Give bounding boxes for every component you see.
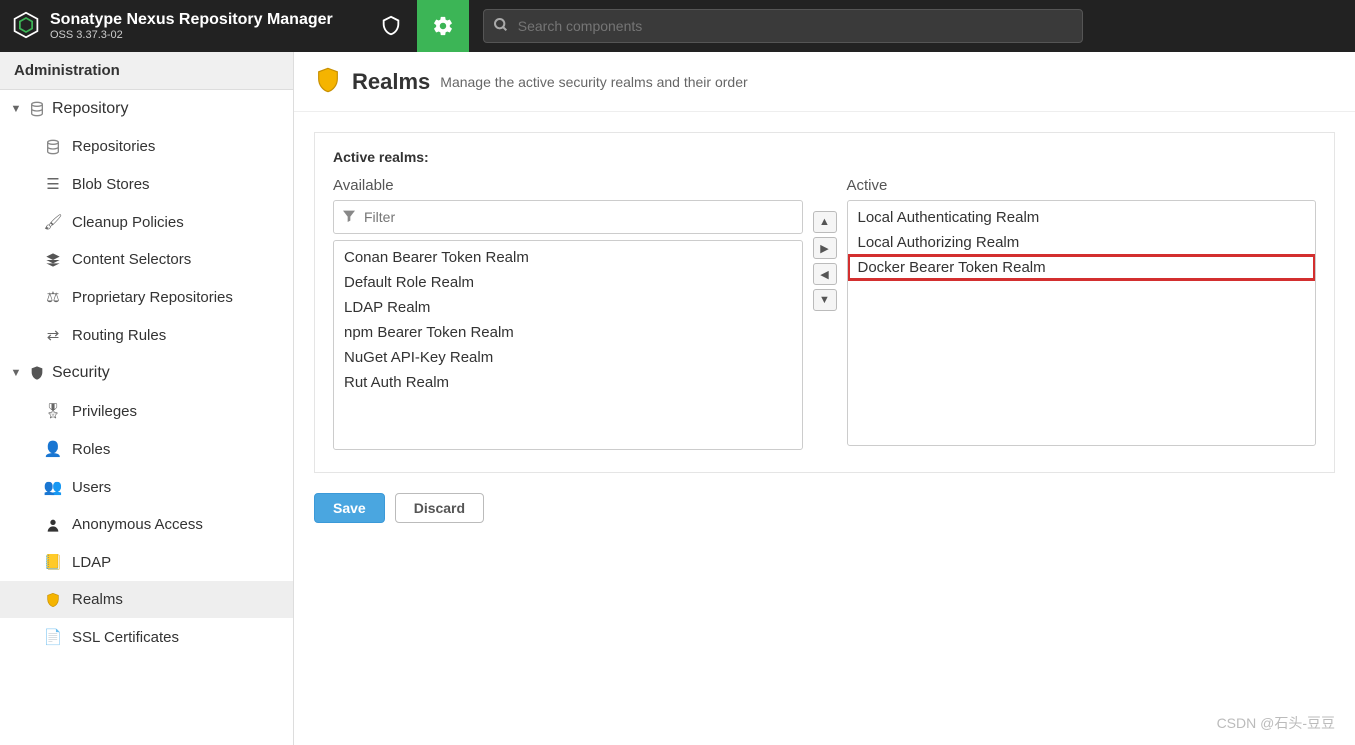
move-right-button[interactable]: ▶ [813, 237, 837, 259]
logo-area: Sonatype Nexus Repository Manager OSS 3.… [0, 11, 345, 42]
search-input[interactable] [483, 9, 1083, 43]
sidebar-item-label: Content Selectors [72, 251, 191, 268]
sidebar-item-proprietary-repositories[interactable]: ⚖ Proprietary Repositories [0, 278, 293, 316]
available-column: Available Conan Bearer Token RealmDefaul… [333, 177, 803, 450]
sidebar-item-label: Roles [72, 441, 110, 458]
sidebar-item-blob-stores[interactable]: ☰ Blob Stores [0, 165, 293, 203]
sidebar-item-ldap[interactable]: 📒 LDAP [0, 543, 293, 581]
chevron-down-icon: ▼ [10, 103, 22, 115]
header-nav-icons [365, 0, 469, 52]
layers-icon [44, 252, 62, 268]
shield-yellow-icon [44, 592, 62, 608]
search-box [483, 9, 1083, 43]
list-item[interactable]: LDAP Realm [334, 295, 802, 320]
realms-panel: Active realms: Available Conan Bearer To… [314, 132, 1335, 473]
sidebar-group-security[interactable]: ▼ Security [0, 354, 293, 392]
sidebar-item-privileges[interactable]: 🎖 Privileges [0, 392, 293, 430]
app-subtitle: OSS 3.37.3-02 [50, 29, 333, 41]
page-description: Manage the active security realms and th… [440, 74, 747, 90]
sidebar-group-label: Security [52, 364, 110, 382]
sidebar-item-label: Users [72, 479, 111, 496]
sidebar-item-label: Routing Rules [72, 327, 166, 344]
sidebar-item-label: Proprietary Repositories [72, 289, 233, 306]
list-item[interactable]: Conan Bearer Token Realm [334, 245, 802, 270]
section-label: Active realms: [333, 149, 1316, 165]
database-icon [44, 139, 62, 155]
sidebar-item-users[interactable]: 👥 Users [0, 468, 293, 506]
sidebar-item-label: Privileges [72, 403, 137, 420]
shield-icon [28, 365, 46, 381]
sidebar-item-anonymous-access[interactable]: Anonymous Access [0, 506, 293, 543]
available-label: Available [333, 177, 803, 194]
available-listbox[interactable]: Conan Bearer Token RealmDefault Role Rea… [333, 240, 803, 450]
book-icon: 📒 [44, 553, 62, 571]
list-item[interactable]: NuGet API-Key Realm [334, 345, 802, 370]
nexus-logo-icon [12, 11, 40, 42]
active-listbox[interactable]: Local Authenticating RealmLocal Authoriz… [847, 200, 1317, 446]
shield-yellow-icon [314, 66, 342, 97]
sidebar-item-label: Cleanup Policies [72, 214, 184, 231]
filter-icon [341, 208, 357, 227]
sidebar-item-ssl-certificates[interactable]: 📄 SSL Certificates [0, 618, 293, 656]
sidebar-item-label: SSL Certificates [72, 629, 179, 646]
list-item[interactable]: Local Authorizing Realm [848, 230, 1316, 255]
role-icon: 👤 [44, 440, 62, 458]
discard-button[interactable]: Discard [395, 493, 484, 523]
stack-icon: ☰ [44, 175, 62, 193]
sidebar-group-label: Repository [52, 100, 128, 118]
sidebar-header: Administration [0, 52, 293, 90]
sidebar-item-label: Anonymous Access [72, 516, 203, 533]
sidebar-group-repository[interactable]: ▼ Repository [0, 90, 293, 128]
brush-icon: 🖌 [44, 213, 62, 231]
browse-button[interactable] [365, 0, 417, 52]
chevron-down-icon: ▼ [10, 367, 22, 379]
routing-icon: ⇄ [44, 326, 62, 344]
move-left-button[interactable]: ◀ [813, 263, 837, 285]
sidebar-item-realms[interactable]: Realms [0, 581, 293, 618]
sidebar-item-label: Repositories [72, 138, 155, 155]
page-header: Realms Manage the active security realms… [294, 52, 1355, 112]
active-label: Active [847, 177, 1317, 194]
top-header: Sonatype Nexus Repository Manager OSS 3.… [0, 0, 1355, 52]
sidebar-item-label: Blob Stores [72, 176, 150, 193]
anonymous-icon [44, 517, 62, 533]
sidebar-item-roles[interactable]: 👤 Roles [0, 430, 293, 468]
database-icon [28, 101, 46, 117]
privilege-icon: 🎖 [44, 402, 62, 420]
transfer-buttons: ▲ ▶ ◀ ▼ [813, 211, 837, 311]
move-up-button[interactable]: ▲ [813, 211, 837, 233]
sidebar-item-content-selectors[interactable]: Content Selectors [0, 241, 293, 278]
filter-input[interactable] [333, 200, 803, 234]
sidebar-item-label: LDAP [72, 554, 111, 571]
sidebar-item-routing-rules[interactable]: ⇄ Routing Rules [0, 316, 293, 354]
app-title: Sonatype Nexus Repository Manager [50, 11, 333, 29]
sidebar-item-label: Realms [72, 591, 123, 608]
list-item[interactable]: Default Role Realm [334, 270, 802, 295]
save-button[interactable]: Save [314, 493, 385, 523]
list-item[interactable]: Rut Auth Realm [334, 370, 802, 395]
admin-button[interactable] [417, 0, 469, 52]
main-content: Realms Manage the active security realms… [294, 52, 1355, 745]
list-item[interactable]: Docker Bearer Token Realm [848, 255, 1316, 280]
list-item[interactable]: Local Authenticating Realm [848, 205, 1316, 230]
page-title: Realms [352, 69, 430, 95]
certificate-icon: 📄 [44, 628, 62, 646]
proprietary-icon: ⚖ [44, 288, 62, 306]
active-column: Active Local Authenticating RealmLocal A… [847, 177, 1317, 446]
sidebar: Administration ▼ Repository Repositories… [0, 52, 294, 745]
sidebar-item-cleanup-policies[interactable]: 🖌 Cleanup Policies [0, 203, 293, 241]
move-down-button[interactable]: ▼ [813, 289, 837, 311]
sidebar-item-repositories[interactable]: Repositories [0, 128, 293, 165]
search-icon [493, 17, 509, 36]
list-item[interactable]: npm Bearer Token Realm [334, 320, 802, 345]
users-icon: 👥 [44, 478, 62, 496]
